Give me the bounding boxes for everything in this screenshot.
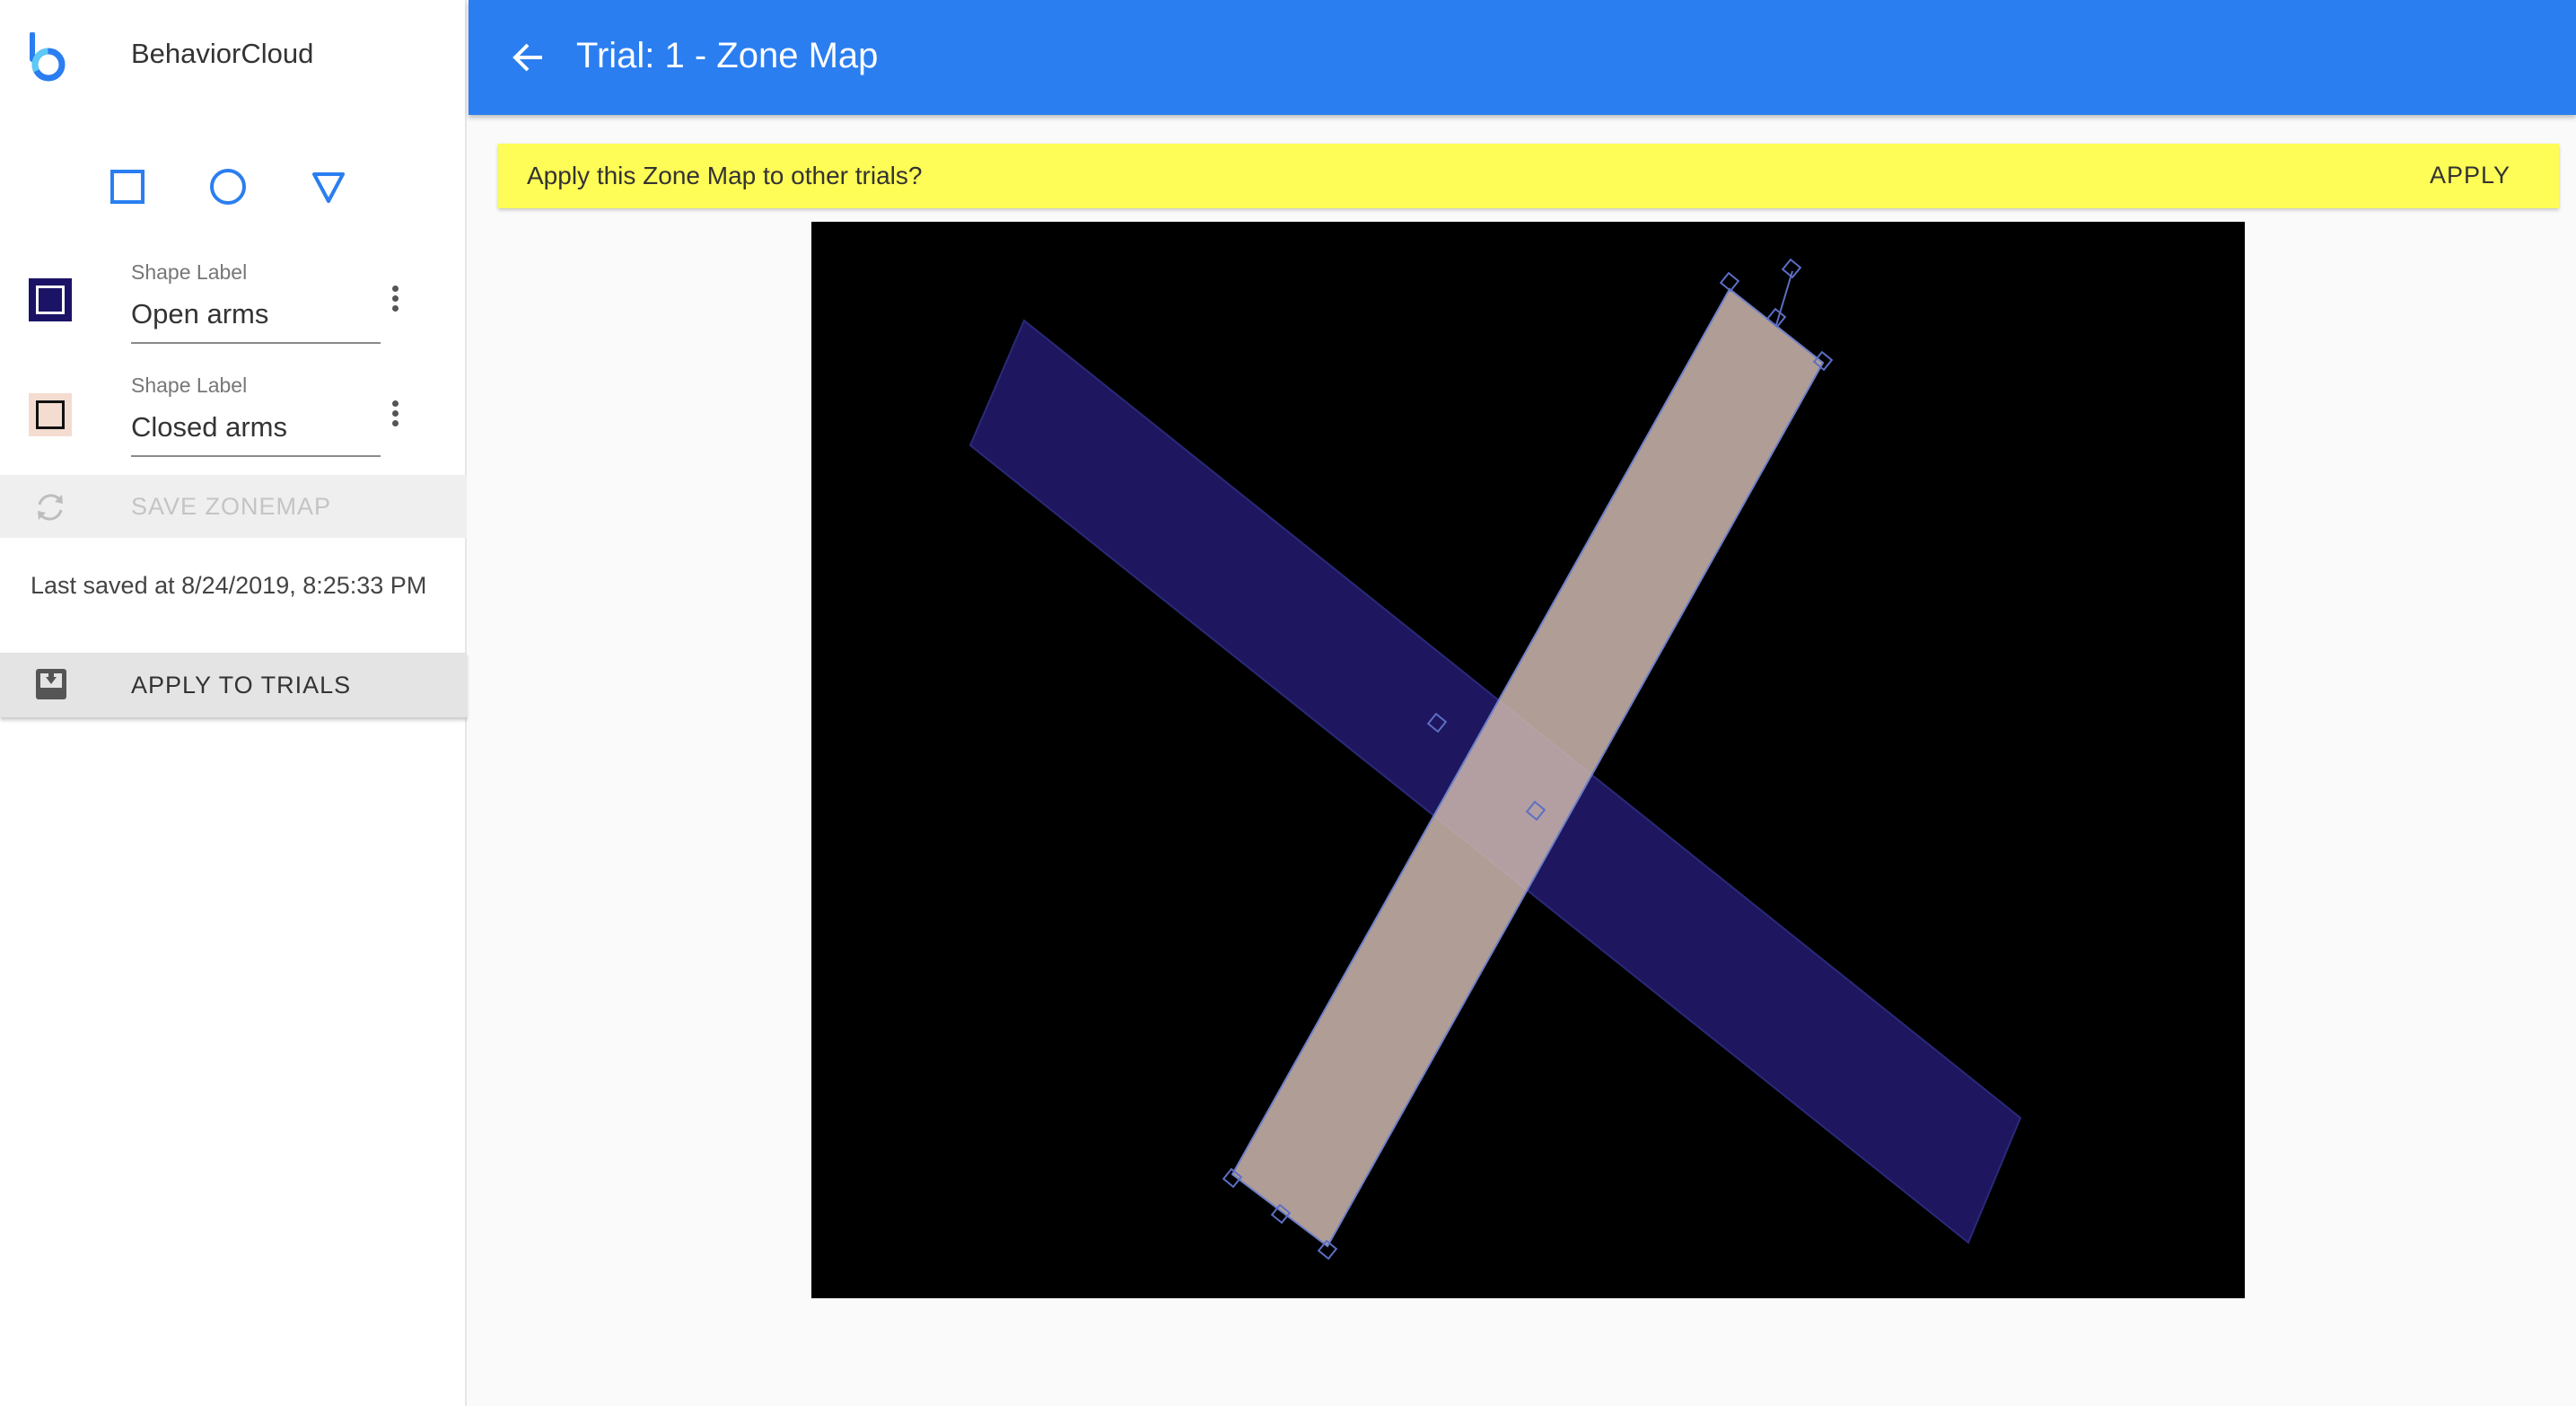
rectangle-tool-button[interactable] xyxy=(101,160,154,214)
last-saved-status: Last saved at 8/24/2019, 8:25:33 PM xyxy=(31,572,427,599)
input-underline xyxy=(131,455,381,457)
circle-icon xyxy=(210,169,246,205)
zone-map-svg xyxy=(968,258,2022,1261)
sync-icon xyxy=(32,489,68,525)
more-vert-icon[interactable] xyxy=(384,397,406,436)
app-name: BehaviorCloud xyxy=(131,38,314,69)
save-zonemap-label: SAVE ZONEMAP xyxy=(131,493,332,520)
page-title: Trial: 1 - Zone Map xyxy=(576,36,879,75)
shape-row-open-arms: Shape Label Open arms xyxy=(0,251,467,359)
shape-label-input[interactable]: Open arms xyxy=(131,298,268,330)
behaviorcloud-logo-icon xyxy=(27,31,72,83)
shape-label-caption: Shape Label xyxy=(131,373,248,397)
shape-label-input[interactable]: Closed arms xyxy=(131,411,287,444)
triangle-tool-button[interactable] xyxy=(302,160,355,214)
banner-message: Apply this Zone Map to other trials? xyxy=(527,162,923,189)
download-box-icon xyxy=(34,667,68,701)
shape-color-swatch[interactable] xyxy=(29,278,72,321)
circle-tool-button[interactable] xyxy=(201,160,255,214)
shape-row-closed-arms: Shape Label Closed arms xyxy=(0,366,467,474)
apply-to-trials-label: APPLY TO TRIALS xyxy=(131,672,352,699)
closed-arms-zone[interactable] xyxy=(1231,287,1825,1248)
zone-map-canvas[interactable] xyxy=(811,222,2245,1298)
banner-apply-button[interactable]: APPLY xyxy=(2430,162,2510,189)
arrow-left-icon[interactable] xyxy=(510,38,549,77)
shape-label-caption: Shape Label xyxy=(131,260,248,284)
apply-zonemap-banner: Apply this Zone Map to other trials? APP… xyxy=(498,144,2559,208)
sidebar: BehaviorCloud Shape Label Open arms Shap… xyxy=(0,0,467,1406)
app-bar: Trial: 1 - Zone Map xyxy=(469,0,2576,115)
save-zonemap-button[interactable]: SAVE ZONEMAP xyxy=(0,475,467,538)
more-vert-icon[interactable] xyxy=(384,282,406,321)
apply-to-trials-button[interactable]: APPLY TO TRIALS xyxy=(0,653,467,717)
square-icon xyxy=(110,170,145,204)
input-underline xyxy=(131,342,381,344)
triangle-icon xyxy=(312,172,345,203)
shape-color-swatch[interactable] xyxy=(29,393,72,436)
